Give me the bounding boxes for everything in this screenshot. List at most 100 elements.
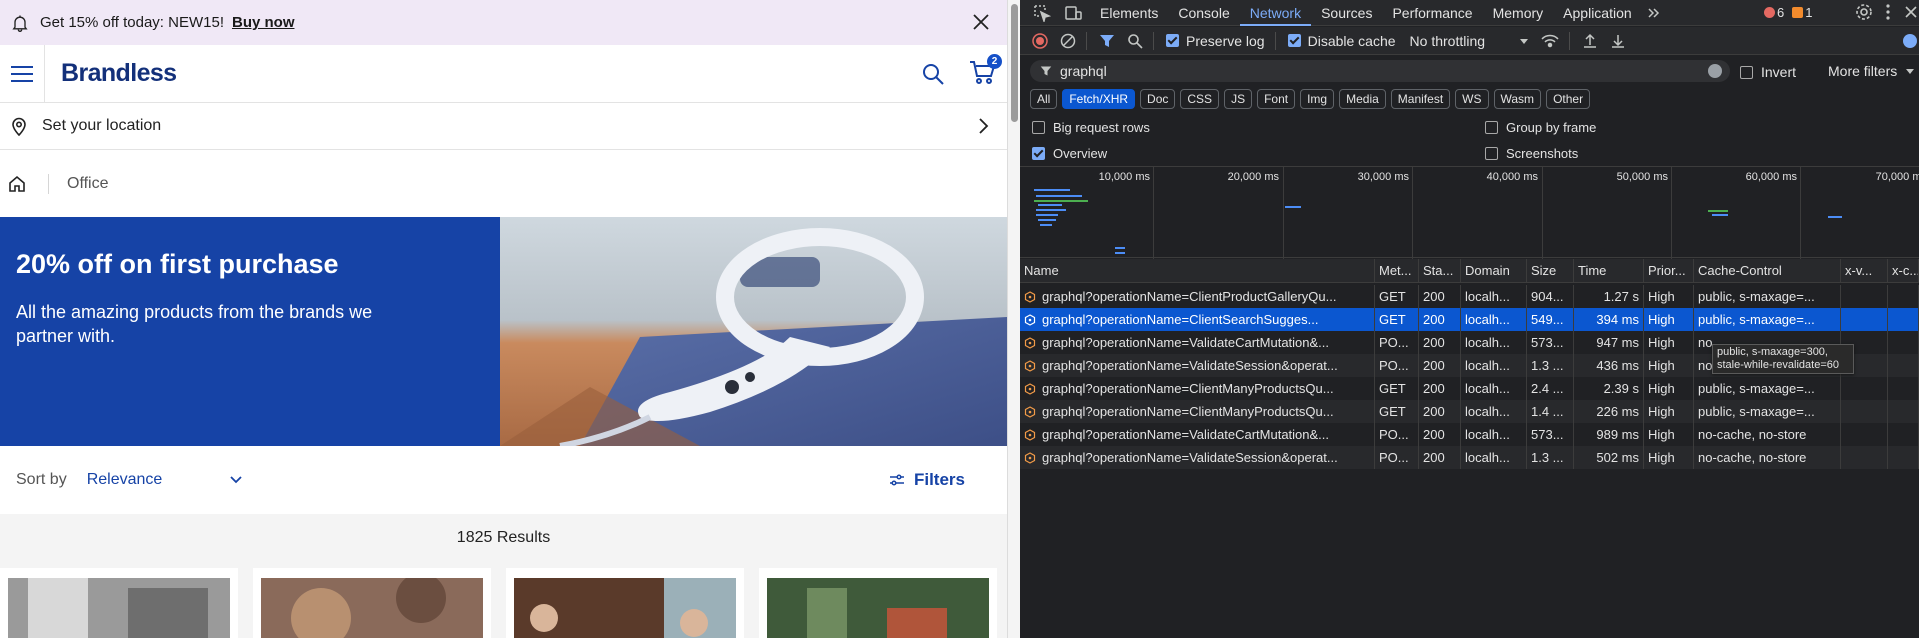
column-domain[interactable]: Domain [1461,259,1527,283]
device-toolbar-icon[interactable] [1064,4,1082,22]
request-domain-text: localh... [1465,335,1510,350]
column-cache-control[interactable]: Cache-Control [1694,259,1841,283]
tab-console[interactable]: Console [1168,0,1239,26]
product-card[interactable] [759,568,997,638]
home-icon[interactable] [8,175,26,193]
fetch-request-icon [1024,383,1036,395]
request-method-text: PO... [1379,427,1409,442]
request-size: 904... [1527,285,1574,308]
column-status[interactable]: Sta... [1419,259,1461,283]
request-name-text: graphql?operationName=ValidateSession&op… [1042,450,1338,465]
tab-elements[interactable]: Elements [1090,0,1168,26]
import-har-icon[interactable] [1582,33,1598,49]
type-filter-wasm[interactable]: Wasm [1493,89,1542,109]
group-by-frame-option[interactable]: Group by frame [1485,120,1596,135]
request-cache-control-text: public, s-maxage=... [1698,404,1815,419]
type-filter-doc[interactable]: Doc [1140,89,1176,109]
screenshots-option[interactable]: Screenshots [1485,146,1578,161]
kebab-menu-icon[interactable] [1885,3,1891,21]
column-method[interactable]: Met... [1375,259,1419,283]
tab-performance[interactable]: Performance [1382,0,1482,26]
column-x-v[interactable]: x-v... [1841,259,1888,283]
product-card[interactable] [506,568,744,638]
disable-cache-checkbox[interactable] [1287,34,1301,47]
request-priority-text: High [1648,335,1675,350]
location-label: Set your location [42,117,162,134]
type-filter-font[interactable]: Font [1257,89,1296,109]
hamburger-menu-button[interactable] [0,44,45,103]
overview-option[interactable]: Overview [1032,146,1107,161]
request-row[interactable]: graphql?operationName=ValidateSession&op… [1020,446,1919,469]
throttling-select[interactable]: No throttling [1410,33,1485,49]
tab-sources[interactable]: Sources [1311,0,1382,26]
type-filter-manifest[interactable]: Manifest [1390,89,1451,109]
sort-dropdown[interactable]: Relevance [87,471,229,489]
filters-button[interactable]: Filters [889,470,965,490]
buy-now-link[interactable]: Buy now [232,14,295,31]
product-card[interactable] [253,568,491,638]
column-size[interactable]: Size [1527,259,1574,283]
product-card[interactable] [0,568,238,638]
location-selector[interactable]: Set your location [0,103,1007,150]
request-status: 200 [1419,423,1461,446]
invert-filter[interactable]: Invert [1740,64,1796,80]
tab-network[interactable]: Network [1239,0,1312,26]
type-filter-media[interactable]: Media [1339,89,1386,109]
column-name[interactable]: Name [1020,259,1375,283]
network-conditions-icon[interactable] [1541,33,1559,49]
column-priority[interactable]: Prior... [1644,259,1694,283]
scrollbar-thumb[interactable] [1011,4,1018,122]
type-filter-css[interactable]: CSS [1180,89,1220,109]
search-icon[interactable] [921,62,945,86]
request-row[interactable]: graphql?operationName=ValidateCartMutati… [1020,423,1919,446]
request-domain: localh... [1461,308,1527,331]
network-options: Big request rows Overview Group by frame… [1020,118,1919,164]
column-x-c[interactable]: x-c... [1888,259,1919,283]
export-har-icon[interactable] [1610,33,1626,49]
request-domain: localh... [1461,331,1527,354]
caret-down-icon[interactable] [1519,36,1529,46]
filter-icon [1040,66,1052,76]
type-filter-fetch-xhr[interactable]: Fetch/XHR [1062,89,1136,109]
inspect-element-icon[interactable] [1033,4,1051,22]
type-filter-img[interactable]: Img [1300,89,1335,109]
close-icon[interactable] [971,12,991,32]
clear-filter-icon[interactable] [1708,64,1722,78]
type-filter-all[interactable]: All [1030,89,1058,109]
request-row[interactable]: graphql?operationName=ClientProductGalle… [1020,285,1919,308]
issue-counters[interactable]: 6 1 [1764,5,1812,20]
type-filter-other[interactable]: Other [1546,89,1591,109]
search-icon[interactable] [1127,33,1143,49]
big-request-rows-option[interactable]: Big request rows [1032,120,1150,135]
network-overview-timeline[interactable]: 10,000 ms 20,000 ms 30,000 ms 40,000 ms … [1020,166,1919,259]
page-scrollbar[interactable] [1007,0,1020,638]
type-filter-js[interactable]: JS [1224,89,1253,109]
clear-icon[interactable] [1060,33,1076,49]
network-settings-icon[interactable] [1901,32,1919,50]
request-row[interactable]: graphql?operationName=ClientManyProducts… [1020,377,1919,400]
filter-icon[interactable] [1099,33,1115,49]
brand-logo[interactable]: Brandless [61,59,177,88]
request-status-text: 200 [1423,450,1445,465]
tab-memory[interactable]: Memory [1483,0,1554,26]
type-filter-ws[interactable]: WS [1455,89,1489,109]
gear-icon[interactable] [1855,3,1873,21]
column-time[interactable]: Time [1574,259,1644,283]
invert-checkbox[interactable] [1740,65,1753,79]
request-name-text: graphql?operationName=ClientManyProducts… [1042,381,1334,396]
request-row[interactable]: graphql?operationName=ClientManyProducts… [1020,400,1919,423]
hero-title: 20% off on first purchase [16,249,339,279]
more-tabs-icon[interactable] [1646,5,1662,21]
cart-button[interactable]: 2 [968,54,1002,88]
request-method-text: PO... [1379,450,1409,465]
request-row[interactable]: graphql?operationName=ClientSearchSugges… [1020,308,1919,331]
tab-application[interactable]: Application [1553,0,1642,26]
chevron-right-icon [979,118,989,134]
filter-input[interactable]: graphql [1030,60,1730,82]
more-filters-dropdown[interactable]: More filters [1828,63,1915,79]
request-status: 200 [1419,331,1461,354]
close-devtools-icon[interactable] [1903,3,1919,21]
chevron-down-icon[interactable] [229,473,243,487]
preserve-log-checkbox[interactable] [1166,34,1179,47]
record-stop-icon[interactable] [1032,32,1048,49]
